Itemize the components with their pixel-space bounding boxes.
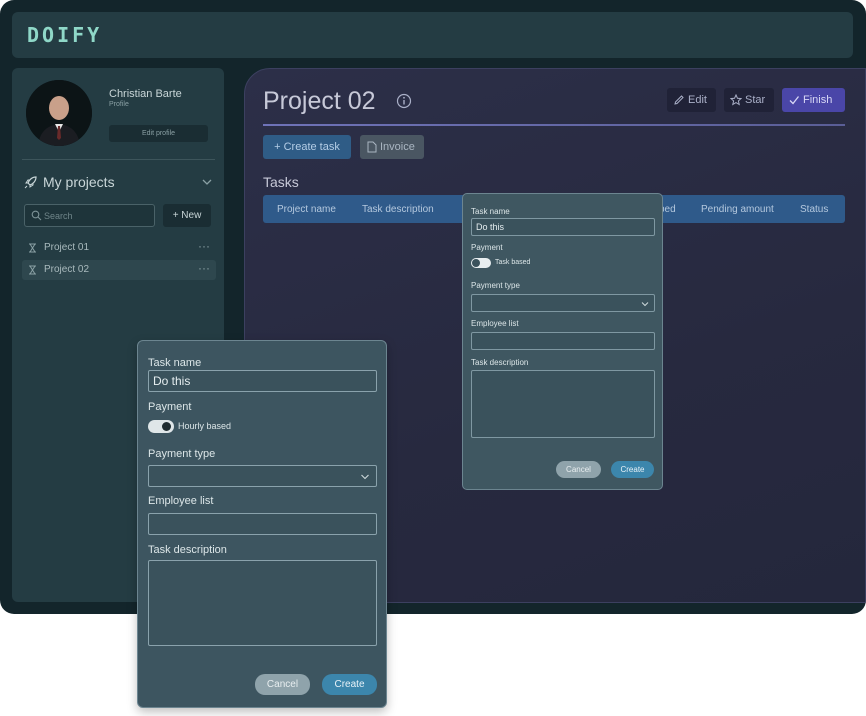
task-description-label: Task description: [471, 358, 529, 367]
edit-button[interactable]: Edit: [667, 88, 716, 112]
info-icon[interactable]: [396, 93, 412, 109]
create-task-modal-large: Task name Payment Hourly based Payment t…: [137, 340, 387, 708]
chevron-down-icon[interactable]: [201, 176, 213, 188]
invoice-label: Invoice: [380, 141, 415, 153]
app-logo: DOIFY: [27, 23, 103, 47]
star-icon: [730, 94, 742, 106]
search-input[interactable]: [44, 208, 149, 223]
payment-type-label: Payment type: [471, 281, 520, 290]
app-window: DOIFY Christian Barte Profile Edit profi…: [0, 0, 866, 614]
employee-list-label: Employee list: [148, 495, 214, 507]
task-description-input[interactable]: [471, 370, 655, 438]
sidebar-divider: [22, 159, 215, 160]
page-title: Project 02: [263, 87, 376, 115]
project-label: Project 01: [44, 242, 90, 253]
create-button[interactable]: Create: [322, 674, 377, 695]
my-projects-label: My projects: [43, 174, 115, 190]
rocket-icon: [24, 176, 37, 189]
task-name-label: Task name: [148, 357, 202, 369]
more-options-icon[interactable]: ···: [198, 239, 210, 253]
employee-list-input[interactable]: [148, 513, 377, 535]
pencil-icon: [674, 95, 684, 105]
search-icon: [31, 210, 42, 221]
toggle-knob: [162, 422, 171, 431]
project-search[interactable]: [24, 204, 155, 227]
create-task-modal-small: Task name Payment Task based Payment typ…: [462, 193, 663, 490]
top-bar: DOIFY: [12, 12, 853, 58]
cancel-button[interactable]: Cancel: [255, 674, 310, 695]
column-header[interactable]: Task description: [362, 204, 434, 215]
column-header[interactable]: Pending amount: [701, 204, 774, 215]
invoice-button[interactable]: Invoice: [360, 135, 424, 159]
payment-type-select[interactable]: [148, 465, 377, 487]
user-subtitle: Profile: [109, 101, 129, 108]
user-name: Christian Barte: [109, 88, 182, 100]
column-header[interactable]: Status: [800, 204, 828, 215]
task-name-input[interactable]: [471, 218, 655, 236]
avatar: [26, 80, 92, 146]
create-button[interactable]: Create: [611, 461, 654, 478]
tasks-heading: Tasks: [263, 174, 299, 190]
edit-label: Edit: [688, 94, 707, 106]
hourglass-icon: [29, 243, 36, 253]
cancel-button[interactable]: Cancel: [556, 461, 601, 478]
column-header[interactable]: Project name: [277, 204, 336, 215]
star-button[interactable]: Star: [724, 88, 774, 112]
title-divider: [263, 124, 845, 126]
toggle-knob: [472, 259, 480, 267]
create-task-button[interactable]: + Create task: [263, 135, 351, 159]
payment-toggle-label: Task based: [495, 259, 531, 266]
payment-label: Payment: [471, 243, 503, 252]
task-name-label: Task name: [471, 207, 510, 216]
my-projects-header[interactable]: My projects: [22, 172, 215, 192]
task-name-input[interactable]: [148, 370, 377, 392]
task-description-label: Task description: [148, 544, 227, 556]
employee-list-input[interactable]: [471, 332, 655, 350]
finish-label: Finish: [803, 94, 833, 106]
edit-profile-button[interactable]: Edit profile: [109, 125, 208, 142]
check-icon: [789, 96, 800, 105]
payment-toggle[interactable]: [148, 420, 174, 433]
project-label: Project 02: [44, 264, 90, 275]
document-icon: [367, 141, 377, 153]
finish-button[interactable]: Finish: [782, 88, 845, 112]
star-label: Star: [745, 94, 766, 106]
more-options-icon[interactable]: ···: [198, 261, 210, 275]
payment-type-select[interactable]: [471, 294, 655, 312]
payment-toggle[interactable]: [471, 258, 491, 268]
chevron-down-icon: [361, 474, 369, 480]
payment-type-label: Payment type: [148, 448, 216, 460]
payment-toggle-label: Hourly based: [178, 421, 232, 431]
payment-label: Payment: [148, 401, 192, 413]
chevron-down-icon: [641, 302, 649, 307]
sidebar-item-project-01[interactable]: Project 01 ···: [22, 238, 216, 258]
task-description-input[interactable]: [148, 560, 377, 646]
hourglass-icon: [29, 265, 36, 275]
sidebar-item-project-02[interactable]: Project 02 ···: [22, 260, 216, 280]
employee-list-label: Employee list: [471, 319, 519, 328]
new-project-button[interactable]: + New: [163, 204, 211, 227]
